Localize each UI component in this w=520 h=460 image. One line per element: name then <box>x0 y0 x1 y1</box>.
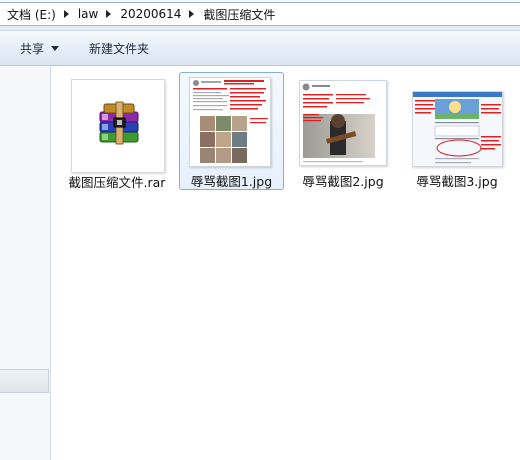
file-name[interactable]: 辱骂截图1.jpg <box>180 171 283 190</box>
breadcrumb-item-current-folder[interactable]: 截图压缩文件 <box>201 6 277 23</box>
chevron-down-icon <box>51 45 60 51</box>
new-folder-button[interactable]: 新建文件夹 <box>82 35 156 61</box>
share-button-label: 共享 <box>20 41 45 56</box>
image-thumbnail <box>299 80 387 166</box>
breadcrumb-item-law[interactable]: law <box>76 7 101 21</box>
file-item-image-2[interactable]: 辱骂截图2.jpg <box>290 72 396 190</box>
breadcrumb-separator-icon[interactable] <box>189 10 195 18</box>
screenshot-preview <box>300 81 386 165</box>
navigation-pane[interactable] <box>0 66 51 460</box>
screenshot-preview <box>413 92 502 166</box>
winrar-archive-icon <box>99 101 139 145</box>
file-thumbnail <box>71 79 165 173</box>
image-thumbnail <box>412 91 503 167</box>
nav-selected-item[interactable] <box>0 369 49 393</box>
file-name[interactable]: 辱骂截图3.jpg <box>404 171 510 190</box>
file-name[interactable]: 辱骂截图2.jpg <box>291 171 395 190</box>
breadcrumb-separator-icon[interactable] <box>63 10 69 18</box>
address-bar: 文档 (E:) law 20200614 截图压缩文件 <box>0 0 520 31</box>
file-name[interactable]: 截图压缩文件.rar <box>57 172 177 191</box>
file-item-rar[interactable]: 截图压缩文件.rar <box>56 72 178 190</box>
command-toolbar: 共享 新建文件夹 <box>0 31 520 66</box>
file-list-area[interactable]: 截图压缩文件.rar 辱骂截图1.jpg 辱骂截图2.jpg 辱骂截图3.jpg <box>52 66 520 460</box>
breadcrumb-item-date-folder[interactable]: 20200614 <box>118 7 183 21</box>
new-folder-button-label: 新建文件夹 <box>89 41 150 56</box>
file-item-image-1[interactable]: 辱骂截图1.jpg <box>179 72 284 190</box>
breadcrumb-separator-icon[interactable] <box>106 10 112 18</box>
breadcrumb[interactable]: 文档 (E:) law 20200614 截图压缩文件 <box>0 2 520 26</box>
breadcrumb-item-drive[interactable]: 文档 (E:) <box>5 6 58 23</box>
image-thumbnail <box>189 77 271 167</box>
file-item-image-3[interactable]: 辱骂截图3.jpg <box>403 72 511 190</box>
screenshot-preview <box>190 78 270 166</box>
share-button[interactable]: 共享 <box>13 35 66 61</box>
